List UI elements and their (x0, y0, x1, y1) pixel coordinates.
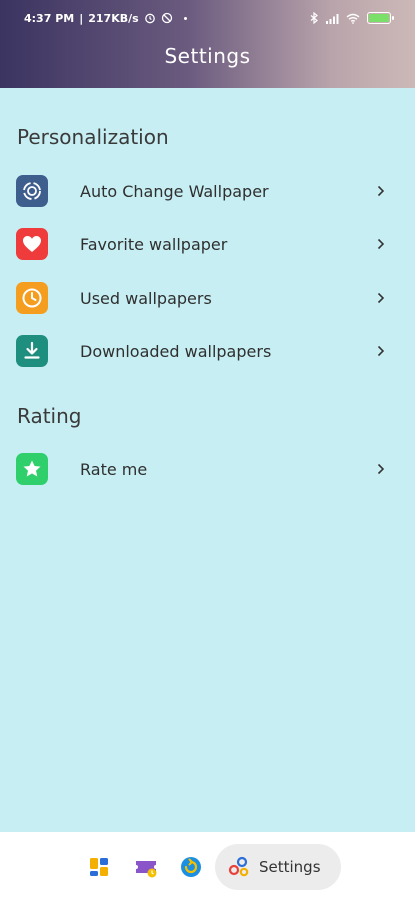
notification-dot-icon (183, 16, 187, 20)
section-header-rating: Rating (17, 404, 82, 428)
battery-icon (367, 12, 394, 24)
nav-item-settings-label: Settings (259, 858, 321, 876)
star-icon (16, 453, 48, 485)
clock-icon (16, 282, 48, 314)
download-icon (16, 335, 48, 367)
bluetooth-icon (310, 12, 318, 24)
settings-icon (228, 856, 249, 877)
status-bar: 4:37 PM | 217KB/s (0, 0, 415, 36)
settings-item-used-wallpapers[interactable]: Used wallpapers (0, 276, 415, 320)
settings-item-downloaded-wallpapers[interactable]: Downloaded wallpapers (0, 329, 415, 373)
settings-item-rate-me[interactable]: Rate me (0, 447, 415, 491)
chevron-right-icon (374, 291, 388, 305)
do-not-disturb-icon (161, 12, 172, 24)
chevron-right-icon (374, 237, 388, 251)
status-right (310, 12, 394, 24)
settings-item-label: Rate me (80, 459, 148, 479)
chevron-right-icon (374, 344, 388, 358)
chevron-right-icon (374, 184, 388, 198)
bottom-navigation: Settings (0, 832, 415, 900)
app-bar: 4:37 PM | 217KB/s Settings (0, 0, 415, 88)
settings-item-label: Auto Change Wallpaper (80, 181, 269, 201)
nav-item-refresh[interactable] (178, 854, 204, 880)
chevron-right-icon (374, 462, 388, 476)
heart-icon (16, 228, 48, 260)
signal-icon (326, 13, 339, 24)
page-title: Settings (164, 44, 251, 68)
settings-item-label: Favorite wallpaper (80, 234, 228, 254)
grid-icon (90, 858, 108, 876)
status-separator: | (79, 11, 84, 25)
alarm-icon (144, 13, 155, 24)
nav-item-home[interactable] (86, 854, 112, 880)
section-header-personalization: Personalization (17, 125, 169, 149)
nav-item-coupons[interactable] (133, 854, 159, 880)
settings-item-auto-change-wallpaper[interactable]: Auto Change Wallpaper (0, 169, 415, 213)
settings-item-label: Used wallpapers (80, 288, 212, 308)
nav-item-settings[interactable]: Settings (215, 844, 341, 890)
settings-item-favorite-wallpaper[interactable]: Favorite wallpaper (0, 222, 415, 266)
status-network-speed: 217KB/s (88, 11, 139, 25)
settings-item-label: Downloaded wallpapers (80, 341, 272, 361)
battery-fill (369, 14, 389, 22)
status-time: 4:37 PM (24, 11, 75, 25)
refresh-icon (181, 857, 201, 877)
auto-change-icon (16, 175, 48, 207)
status-left: 4:37 PM | 217KB/s (24, 12, 187, 25)
ticket-icon (136, 861, 157, 878)
wifi-icon (346, 13, 360, 24)
